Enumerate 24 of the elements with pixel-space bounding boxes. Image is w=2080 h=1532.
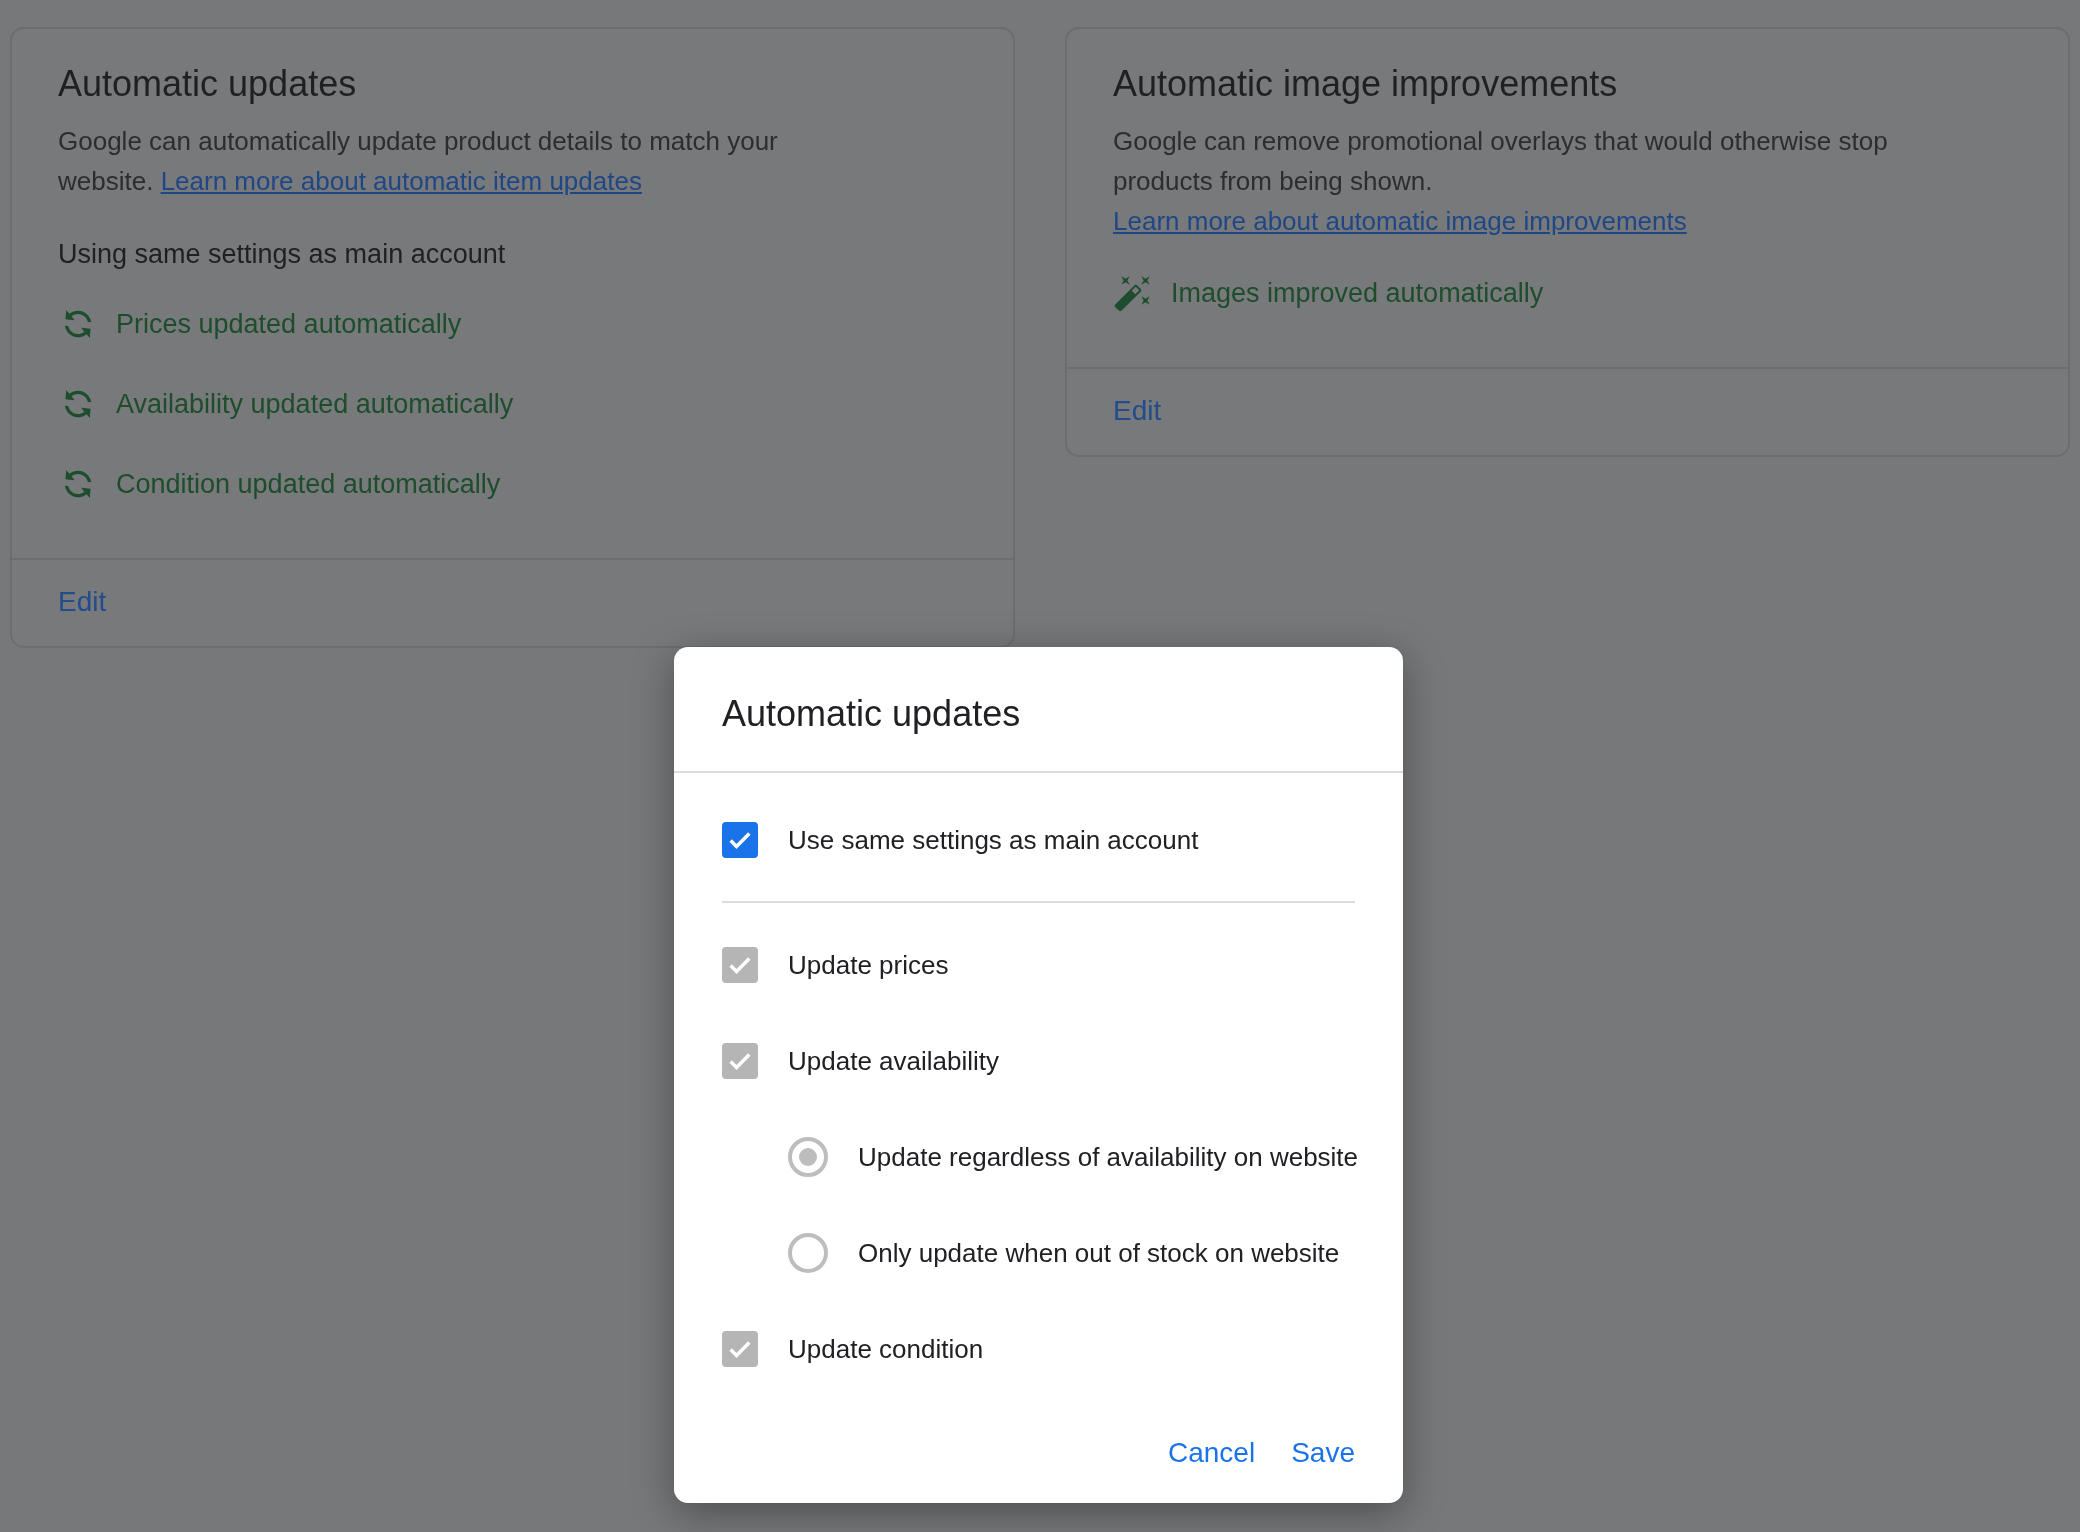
checkbox-label: Update prices [788, 949, 949, 981]
status-text: Condition updated automatically [116, 468, 501, 500]
checkbox[interactable] [722, 822, 758, 858]
card-title: Automatic image improvements [1113, 63, 1619, 105]
checkbox-label: Use same settings as main account [788, 824, 1199, 856]
cancel-button[interactable]: Cancel [1168, 1433, 1256, 1473]
checkbox-label: Update availability [788, 1045, 999, 1077]
settings-source: Using same settings as main account [58, 239, 507, 270]
card-description: Google can automatically update product details to match your website. Learn more about automatic item updates [58, 125, 779, 198]
status-text: Prices updated automatically [116, 308, 462, 340]
dialog-title: Automatic updates [674, 647, 1403, 773]
radio-label: Update regardless of availability on website [858, 1141, 1359, 1173]
save-button[interactable]: Save [1291, 1433, 1355, 1473]
card-description: Google can remove promotional overlays that would otherwise stop products from being shown. Learn more about automatic image improvements [1113, 125, 1889, 238]
status-text: Images improved automatically [1171, 277, 1544, 309]
checkbox-label: Update condition [788, 1333, 984, 1365]
learn-more-link[interactable]: Learn more about automatic image improvements [1113, 206, 1687, 236]
radio-label: Only update when out of stock on website [858, 1237, 1340, 1269]
edit-link[interactable]: Edit [1113, 395, 1162, 426]
magic-wand-icon [1113, 273, 1153, 313]
status-text: Availability updated automatically [116, 388, 514, 420]
card-title: Automatic updates [58, 63, 358, 105]
learn-more-link[interactable]: Learn more about automatic item updates [160, 166, 642, 196]
edit-link[interactable]: Edit [58, 586, 107, 617]
